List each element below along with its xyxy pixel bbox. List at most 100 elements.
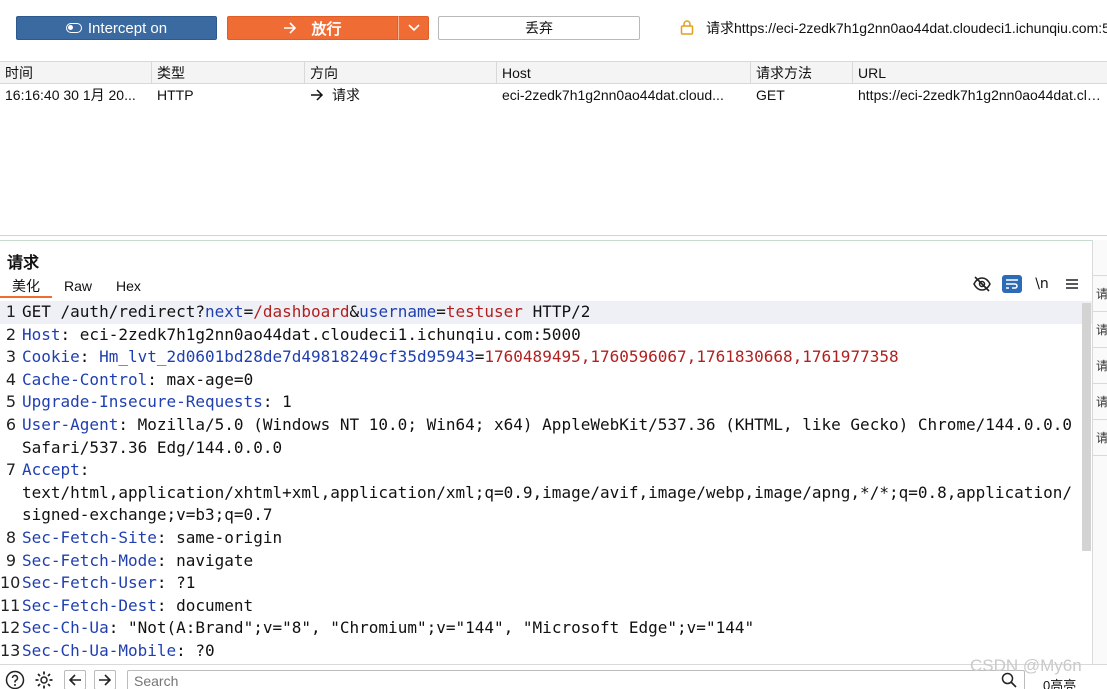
header-key: Cookie [22, 347, 80, 367]
tab-hex[interactable]: Hex [104, 276, 153, 298]
side-strip-top [1093, 240, 1107, 276]
watermark: CSDN @My6n [970, 656, 1082, 675]
forward-options-button[interactable] [398, 16, 429, 40]
code-text: : same-origin [156, 527, 283, 547]
line-content: User-Agent: Mozilla/5.0 (Windows NT 10.0… [22, 414, 1092, 459]
forward-label: 放行 [311, 20, 342, 38]
header-key: Sec-Fetch-User [22, 573, 157, 593]
toggle-icon [65, 23, 82, 33]
table-header: 时间 类型 方向 Host 请求方法 URL [0, 61, 1107, 84]
request-editor[interactable]: 1 GET /auth/redirect?next=/dashboard&user… [0, 301, 1092, 664]
code-line[interactable]: 2 Host: eci-2zedk7h1g2nn0ao44dat.cloudeci… [0, 324, 1092, 347]
code-text: : ?1 [156, 573, 196, 593]
code-line[interactable]: 10 Sec-Fetch-User: ?1 [0, 572, 1092, 595]
forward-button[interactable]: 放行 [227, 16, 398, 40]
code-line[interactable]: 1 GET /auth/redirect?next=/dashboard&user… [0, 301, 1092, 324]
code-text: HTTP/2 [522, 302, 591, 321]
split-pane-divider[interactable] [0, 235, 1107, 241]
side-strip-item[interactable]: 请 [1093, 276, 1107, 312]
next-match-button[interactable] [94, 670, 116, 689]
chevron-down-icon [407, 24, 420, 32]
tab-pretty[interactable]: 美化 [0, 276, 52, 298]
request-view-tabs: 美化 Raw Hex [0, 276, 153, 298]
param-value: testuser [445, 302, 523, 321]
drop-button[interactable]: 丢弃 [438, 16, 640, 40]
line-content: Sec-Fetch-Site: same-origin [22, 527, 1092, 550]
cell-host: eci-2zedk7h1g2nn0ao44dat.cloud... [502, 87, 724, 103]
menu-icon[interactable] [1062, 275, 1082, 293]
code-line[interactable]: 7 Accept: text/html,application/xhtml+xml… [0, 459, 1092, 527]
code-line[interactable]: 12 Sec-Ch-Ua: "Not(A:Brand";v="8", "Chrom… [0, 617, 1092, 640]
drop-label: 丢弃 [525, 20, 553, 36]
line-content: Cache-Control: max-age=0 [22, 369, 1092, 392]
column-header-type[interactable]: 类型 [152, 62, 305, 83]
code-line[interactable]: 4 Cache-Control: max-age=0 [0, 369, 1092, 392]
line-number: 9 [5, 550, 16, 570]
side-strip-item[interactable]: 请 [1093, 312, 1107, 348]
table-row[interactable]: 16:16:40 30 1月 20... HTTP 请求 eci-2zedk7h… [0, 84, 1107, 106]
line-content: Sec-Ch-Ua-Mobile: ?0 [22, 640, 1092, 663]
search-input[interactable] [127, 670, 1025, 689]
code-text: = [436, 302, 446, 321]
arrow-left-icon [68, 674, 81, 686]
code-text: = [243, 302, 254, 321]
line-content: Sec-Ch-Ua: "Not(A:Brand";v="8", "Chromiu… [22, 617, 1092, 640]
side-strip-item[interactable]: 请 [1093, 348, 1107, 384]
code-line[interactable]: 8 Sec-Fetch-Site: same-origin [0, 527, 1092, 550]
column-header-direction[interactable]: 方向 [305, 62, 497, 83]
header-key: username [359, 302, 437, 321]
arrow-right-icon [284, 22, 297, 34]
arrow-right-icon [311, 89, 324, 101]
param-value: 1760489495,1760596067,1761830668,1761977… [484, 347, 899, 367]
intercept-toggle-button[interactable]: Intercept on [16, 16, 217, 40]
header-key: Sec-Ch-Ua [22, 618, 109, 638]
help-icon[interactable] [4, 670, 26, 689]
side-strip-item[interactable]: 请 [1093, 384, 1107, 420]
column-header-host[interactable]: Host [497, 62, 751, 83]
hide-icon[interactable] [972, 275, 992, 293]
code-line[interactable]: 6 User-Agent: Mozilla/5.0 (Windows NT 10.… [0, 414, 1092, 459]
intercept-table: 时间 类型 方向 Host 请求方法 URL 16:16:40 30 1月 20… [0, 61, 1107, 106]
code-text: : eci-2zedk7h1g2nn0ao44dat.cloudeci1.ich… [60, 324, 581, 344]
code-line[interactable]: 9 Sec-Fetch-Mode: navigate [0, 550, 1092, 573]
editor-scrollbar[interactable] [1082, 303, 1091, 551]
cell-direction: 请求 [305, 84, 497, 106]
tab-raw[interactable]: Raw [52, 276, 104, 298]
param-value: /dashboard [253, 302, 350, 321]
code-line[interactable]: 13 Sec-Ch-Ua-Mobile: ?0 [0, 640, 1092, 663]
gear-icon[interactable] [33, 670, 55, 689]
code-text: : navigate [156, 550, 254, 570]
line-number: 6 [5, 414, 16, 434]
header-key: Upgrade-Insecure-Requests [22, 392, 263, 412]
column-header-url[interactable]: URL [853, 62, 1107, 83]
line-number: 8 [5, 527, 16, 547]
header-key: Host [22, 324, 61, 344]
line-number: 13 [0, 640, 21, 660]
previous-match-button[interactable] [64, 670, 86, 689]
line-content: Host: eci-2zedk7h1g2nn0ao44dat.cloudeci1… [22, 324, 1092, 347]
header-key: Sec-Fetch-Site [22, 527, 157, 547]
side-strip-item[interactable]: 请 [1093, 420, 1107, 456]
code-text: : [79, 347, 100, 367]
code-line[interactable]: 11 Sec-Fetch-Dest: document [0, 595, 1092, 618]
cell-time: 16:16:40 30 1月 20... [5, 87, 136, 103]
line-number: 5 [5, 392, 16, 412]
line-content: Upgrade-Insecure-Requests: 1 [22, 391, 1092, 414]
inspector-side-strip: 请 请 请 请 请 [1092, 240, 1107, 670]
line-content: Sec-Fetch-Dest: document [22, 595, 1092, 618]
header-key: Cache-Control [22, 369, 148, 389]
line-content: Sec-Fetch-User: ?1 [22, 572, 1092, 595]
column-header-time[interactable]: 时间 [0, 62, 152, 83]
code-line[interactable]: 5 Upgrade-Insecure-Requests: 1 [0, 391, 1092, 414]
line-number: 1 [5, 302, 16, 321]
direction-label: 请求 [332, 87, 360, 103]
request-target-url: 请求https://eci-2zedk7h1g2nn0ao44dat.cloud… [706, 20, 1107, 36]
line-number: 11 [0, 595, 21, 615]
request-pane-title: 请求 [7, 255, 40, 272]
column-header-method[interactable]: 请求方法 [751, 62, 853, 83]
search-bar: 0高亮 [0, 664, 1107, 689]
wrap-lines-icon[interactable] [1002, 275, 1022, 293]
show-newlines-toggle[interactable]: \n [1032, 275, 1052, 293]
code-line[interactable]: 3 Cookie: Hm_lvt_2d0601bd28de7d49818249cf… [0, 346, 1092, 369]
lock-icon [680, 20, 694, 35]
